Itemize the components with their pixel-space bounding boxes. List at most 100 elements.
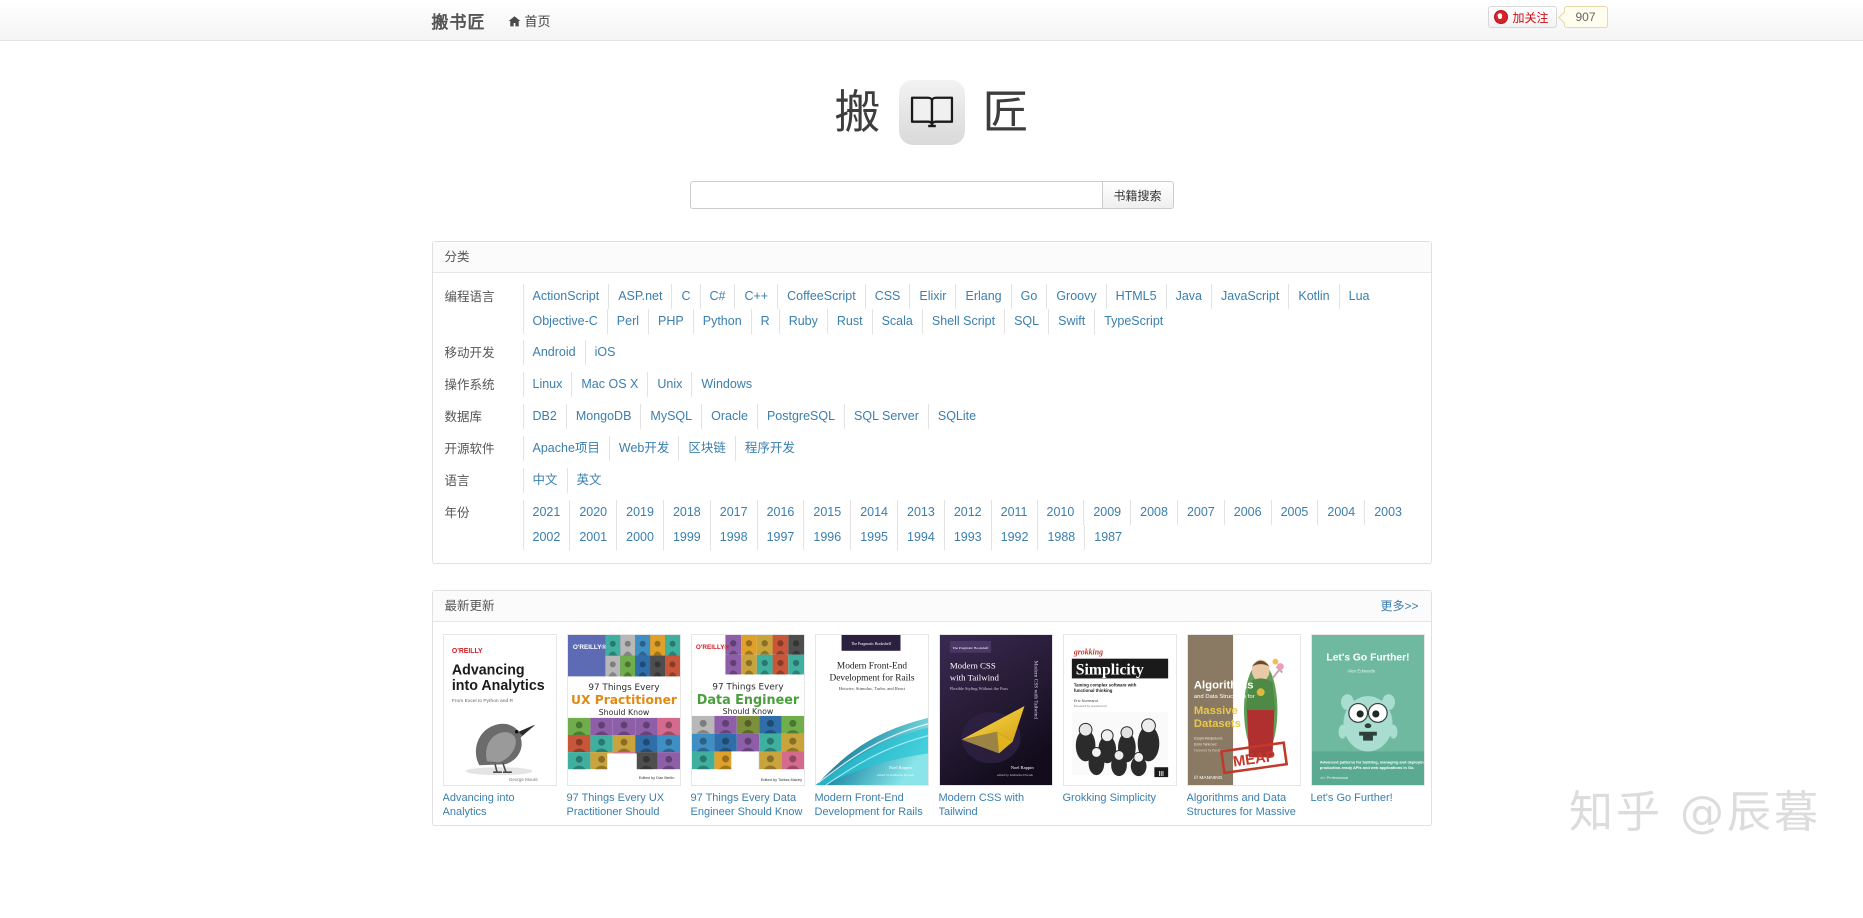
category-link[interactable]: Linux xyxy=(523,372,572,397)
category-link[interactable]: Elixir xyxy=(909,284,955,309)
book-title[interactable]: 97 Things Every UX Practitioner Should K… xyxy=(567,791,681,819)
category-link[interactable]: SQL Server xyxy=(844,404,928,429)
book-cover-image[interactable]: Algorithms and Data Structures for Massi… xyxy=(1187,634,1301,786)
category-link[interactable]: 1996 xyxy=(803,525,850,550)
book-cover-image[interactable]: The Pragmatic Bookshelf Modern Front-End… xyxy=(815,634,929,786)
nav-home-link[interactable]: 首页 xyxy=(508,11,551,30)
category-link[interactable]: 2017 xyxy=(710,500,757,525)
category-link[interactable]: 1994 xyxy=(897,525,944,550)
category-link[interactable]: 2013 xyxy=(897,500,944,525)
category-link[interactable]: C# xyxy=(700,284,735,309)
category-link[interactable]: 2018 xyxy=(663,500,710,525)
category-link[interactable]: CSS xyxy=(865,284,910,309)
category-link[interactable]: 1992 xyxy=(991,525,1038,550)
category-link[interactable]: Scala xyxy=(872,309,922,334)
book-card[interactable]: The Pragmatic Bookshelf Modern CSS with … xyxy=(939,634,1053,819)
category-link[interactable]: DB2 xyxy=(523,404,566,429)
category-link[interactable]: 2016 xyxy=(757,500,804,525)
category-link[interactable]: 2003 xyxy=(1364,500,1411,525)
category-link[interactable]: iOS xyxy=(585,340,625,365)
book-title[interactable]: Algorithms and Data Structures for Massi… xyxy=(1187,791,1301,819)
category-link[interactable]: 2005 xyxy=(1271,500,1318,525)
book-card[interactable]: O'REILLY® 97 Things Every UX Practitione… xyxy=(567,634,681,819)
book-title[interactable]: Modern CSS with Tailwind xyxy=(939,791,1053,819)
book-title[interactable]: Let's Go Further! xyxy=(1311,791,1425,805)
category-link[interactable]: Web开发 xyxy=(609,436,678,461)
category-link[interactable]: 2020 xyxy=(569,500,616,525)
category-link[interactable]: C xyxy=(671,284,699,309)
category-link[interactable]: Python xyxy=(693,309,751,334)
category-link[interactable]: Mac OS X xyxy=(571,372,647,397)
category-link[interactable]: Erlang xyxy=(955,284,1010,309)
book-card[interactable]: O'REILLY® 97 Things Every Data Engineer … xyxy=(691,634,805,819)
category-link[interactable]: Windows xyxy=(691,372,761,397)
book-title[interactable]: 97 Things Every Data Engineer Should Kno… xyxy=(691,791,805,819)
category-link[interactable]: PHP xyxy=(648,309,693,334)
category-link[interactable]: 2021 xyxy=(523,500,570,525)
category-link[interactable]: 2015 xyxy=(803,500,850,525)
book-cover-image[interactable]: The Pragmatic Bookshelf Modern CSS with … xyxy=(939,634,1053,786)
category-link[interactable]: Objective-C xyxy=(523,309,607,334)
category-link[interactable]: CoffeeScript xyxy=(777,284,865,309)
latest-updates-more-link[interactable]: 更多>> xyxy=(1380,591,1418,621)
search-input[interactable] xyxy=(690,181,1102,209)
category-link[interactable]: 2012 xyxy=(944,500,991,525)
search-button[interactable]: 书籍搜索 xyxy=(1102,181,1174,209)
book-card[interactable]: Algorithms and Data Structures for Massi… xyxy=(1187,634,1301,819)
book-cover-image[interactable]: grokking Simplicity Taming complex softw… xyxy=(1063,634,1177,786)
category-link[interactable]: 2007 xyxy=(1177,500,1224,525)
category-link[interactable]: Shell Script xyxy=(922,309,1004,334)
category-link[interactable]: Apache项目 xyxy=(523,436,609,461)
category-link[interactable]: Go xyxy=(1011,284,1047,309)
category-link[interactable]: 2004 xyxy=(1317,500,1364,525)
category-link[interactable]: JavaScript xyxy=(1211,284,1288,309)
category-link[interactable]: 1997 xyxy=(757,525,804,550)
category-link[interactable]: Unix xyxy=(647,372,691,397)
book-cover-image[interactable]: O'REILLY Advancing into Analytics From E… xyxy=(443,634,557,786)
category-link[interactable]: 1998 xyxy=(710,525,757,550)
category-link[interactable]: 英文 xyxy=(567,468,611,493)
category-link[interactable]: 中文 xyxy=(523,468,567,493)
book-cover-image[interactable]: O'REILLY® 97 Things Every Data Engineer … xyxy=(691,634,805,786)
category-link[interactable]: Kotlin xyxy=(1288,284,1338,309)
category-link[interactable]: 2011 xyxy=(991,500,1037,525)
category-link[interactable]: SQL xyxy=(1004,309,1048,334)
category-link[interactable]: 2001 xyxy=(569,525,616,550)
book-title[interactable]: Modern Front-End Development for Rails xyxy=(815,791,929,819)
category-link[interactable]: 2002 xyxy=(523,525,570,550)
category-link[interactable]: 2010 xyxy=(1037,500,1084,525)
weibo-follow-button[interactable]: 加关注 xyxy=(1488,6,1556,28)
category-link[interactable]: 2008 xyxy=(1130,500,1177,525)
category-link[interactable]: 1999 xyxy=(663,525,710,550)
category-link[interactable]: TypeScript xyxy=(1094,309,1172,334)
category-link[interactable]: Oracle xyxy=(701,404,757,429)
category-link[interactable]: Ruby xyxy=(779,309,827,334)
category-link[interactable]: 1993 xyxy=(944,525,991,550)
category-link[interactable]: 程序开发 xyxy=(735,436,804,461)
category-link[interactable]: PostgreSQL xyxy=(757,404,844,429)
book-cover-image[interactable]: O'REILLY® 97 Things Every UX Practitione… xyxy=(567,634,681,786)
category-link[interactable]: SQLite xyxy=(928,404,985,429)
site-brand[interactable]: 搬书匠 xyxy=(432,8,486,33)
category-link[interactable]: 1995 xyxy=(850,525,897,550)
book-card[interactable]: Let's Go Further! Alex Edwards Advanced … xyxy=(1311,634,1425,819)
category-link[interactable]: Android xyxy=(523,340,585,365)
category-link[interactable]: MySQL xyxy=(640,404,701,429)
category-link[interactable]: Perl xyxy=(607,309,648,334)
category-link[interactable]: ActionScript xyxy=(523,284,609,309)
book-title[interactable]: Grokking Simplicity xyxy=(1063,791,1177,805)
category-link[interactable]: 1987 xyxy=(1084,525,1131,550)
category-link[interactable]: Groovy xyxy=(1046,284,1105,309)
category-link[interactable]: 2000 xyxy=(616,525,663,550)
category-link[interactable]: Swift xyxy=(1048,309,1094,334)
category-link[interactable]: MongoDB xyxy=(566,404,641,429)
category-link[interactable]: C++ xyxy=(734,284,777,309)
book-title[interactable]: Advancing into Analytics xyxy=(443,791,557,819)
category-link[interactable]: 1988 xyxy=(1037,525,1084,550)
category-link[interactable]: Lua xyxy=(1339,284,1379,309)
category-link[interactable]: Java xyxy=(1166,284,1211,309)
book-card[interactable]: The Pragmatic Bookshelf Modern Front-End… xyxy=(815,634,929,819)
category-link[interactable]: Rust xyxy=(827,309,872,334)
category-link[interactable]: ASP.net xyxy=(608,284,671,309)
category-link[interactable]: 2019 xyxy=(616,500,663,525)
